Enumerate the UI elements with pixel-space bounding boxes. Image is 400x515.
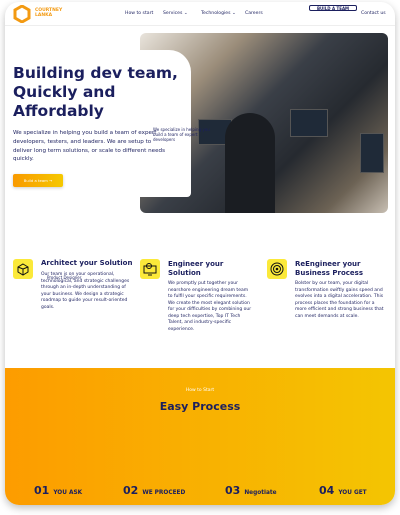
hero-title: Building dev team, Quickly and Affordabl… [13,64,178,120]
nav-services-label: Services [163,11,183,16]
process-section: How to Start Easy Process 01 YOU ASK 02 WE… [5,368,395,505]
feature-text: Bolster by our team, your digital transf… [295,281,384,319]
nav-technologies[interactable]: Technologies ⌄ [201,11,236,16]
brand-line2: LANKA [35,13,53,18]
nav-how-to-start[interactable]: How to start [125,11,153,16]
monitor-gear-icon [140,259,160,279]
chevron-down-icon: ⌄ [183,11,188,16]
step-number: 01 [34,484,50,497]
hero-text: We specialize in helping you build a tea… [13,130,165,163]
feature-text: We promptly put together your nearshore … [168,281,252,332]
feature-title: Engineer your Solution [168,260,224,277]
step-number: 03 [225,484,241,497]
feature-title: Architect your Solution [41,259,133,267]
nav-technologies-label: Technologies [201,11,231,16]
nav-careers[interactable]: Careers [245,11,263,16]
brand-name[interactable]: COURTNEY LANKA [35,8,62,18]
process-step: 04 YOU GET [319,479,367,498]
hexagon-logo-icon[interactable] [13,5,31,23]
network-cube-icon [13,259,33,279]
nav-contact[interactable]: Contact us [361,11,386,16]
process-step: 02 WE PROCEED [123,479,185,498]
step-label: YOU ASK [53,490,83,496]
feature-title: ReEngineer your Business Process [295,260,364,277]
step-label: WE PROCEED [142,490,186,496]
build-team-button[interactable]: BUILD A TEAM [309,5,357,11]
step-label: Negotiate [244,490,277,496]
chevron-down-icon: ⌄ [231,11,236,16]
process-subtitle: How to Start [185,388,215,393]
process-title: Easy Process [159,400,241,413]
feature-overlay: Product Designer [47,275,82,280]
process-step: 03 Negotiate [225,479,277,498]
process-step: 01 YOU ASK [34,479,82,498]
page-card: COURTNEY LANKA How to start Services ⌄ Te… [5,2,395,505]
nav-services[interactable]: Services ⌄ [163,11,188,16]
step-number: 02 [123,484,139,497]
top-nav: COURTNEY LANKA How to start Services ⌄ Te… [5,2,395,26]
target-cycle-icon [267,259,287,279]
build-team-cta[interactable]: Build a team → [13,174,63,187]
hero-overlay-text: We specialize in helping you build a tea… [153,127,210,142]
step-label: YOU GET [338,490,367,496]
step-number: 04 [319,484,335,497]
